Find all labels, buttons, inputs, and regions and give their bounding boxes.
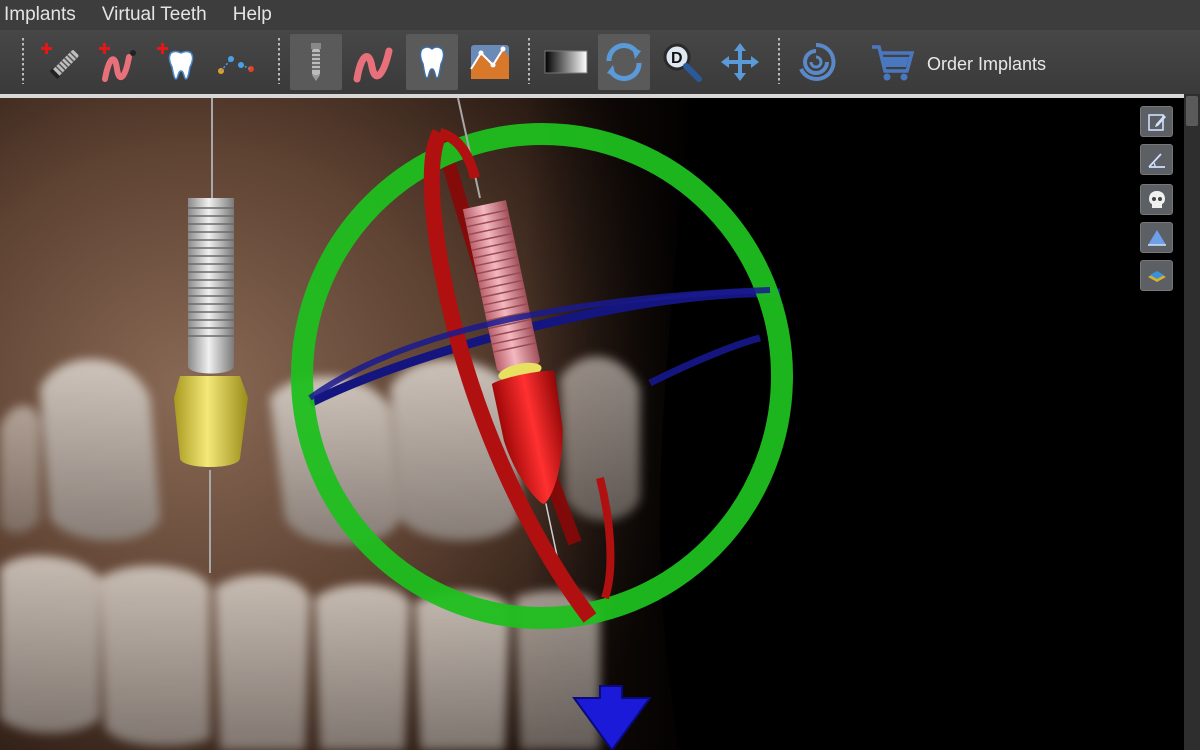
main-toolbar: D Order Implants: [0, 30, 1200, 94]
skull-view-button[interactable]: [1140, 184, 1173, 215]
volume-render-icon: [1147, 229, 1166, 246]
skull-icon: [1148, 190, 1165, 208]
pan-icon: [721, 43, 759, 81]
menu-help[interactable]: Help: [229, 0, 288, 30]
scan-layer-button[interactable]: [1140, 260, 1173, 291]
add-nerve-button[interactable]: [92, 34, 144, 90]
angle-measure-icon: [1147, 152, 1165, 168]
zoom-button[interactable]: D: [656, 34, 708, 90]
add-implant-icon: [41, 43, 79, 80]
add-tooth-icon: [157, 43, 194, 80]
vertical-scrollbar[interactable]: [1184, 94, 1200, 750]
edit-note-button[interactable]: [1140, 106, 1173, 137]
3d-viewport[interactable]: [0, 98, 1184, 750]
menu-virtual-teeth[interactable]: Virtual Teeth: [98, 0, 223, 30]
angle-measure-button[interactable]: [1140, 144, 1173, 175]
add-implant-button[interactable]: [34, 34, 86, 90]
add-point-icon: [218, 56, 254, 74]
bone-density-icon: [470, 45, 509, 79]
3d-scene: [0, 98, 793, 750]
scrollbar-thumb[interactable]: [1186, 96, 1198, 126]
tooth-view-icon: [419, 46, 445, 79]
cart-icon: [872, 45, 915, 81]
toolbar-separator: [22, 38, 24, 84]
order-implants-button[interactable]: [866, 34, 918, 90]
implant-view-button[interactable]: [290, 34, 342, 90]
rotate-icon: [606, 42, 642, 82]
volume-render-button[interactable]: [1140, 222, 1173, 253]
implant-view-icon: [311, 43, 321, 81]
nerve-view-icon: [353, 47, 393, 83]
grayscale-button[interactable]: [540, 34, 592, 90]
pan-button[interactable]: [714, 34, 766, 90]
edit-note-icon: [1147, 113, 1166, 131]
toolbar-separator: [778, 38, 780, 84]
menu-bar: Implants Virtual Teeth Help: [0, 0, 1200, 30]
bone-density-button[interactable]: [464, 34, 516, 90]
reset-view-button[interactable]: [790, 34, 842, 90]
order-implants-label[interactable]: Order Implants: [927, 54, 1046, 75]
rotate-button[interactable]: [598, 34, 650, 90]
add-point-button[interactable]: [208, 34, 260, 90]
menu-implants[interactable]: Implants: [0, 0, 92, 30]
svg-text:D: D: [671, 50, 683, 67]
tooth-view-button[interactable]: [406, 34, 458, 90]
scan-layer-icon: [1147, 270, 1166, 282]
nerve-view-button[interactable]: [348, 34, 400, 90]
grayscale-icon: [544, 50, 588, 74]
add-tooth-button[interactable]: [150, 34, 202, 90]
zoom-icon: D: [663, 43, 702, 82]
toolbar-separator: [528, 38, 530, 84]
reset-view-icon: [799, 42, 836, 81]
toolbar-separator: [278, 38, 280, 84]
add-nerve-icon: [99, 43, 136, 82]
